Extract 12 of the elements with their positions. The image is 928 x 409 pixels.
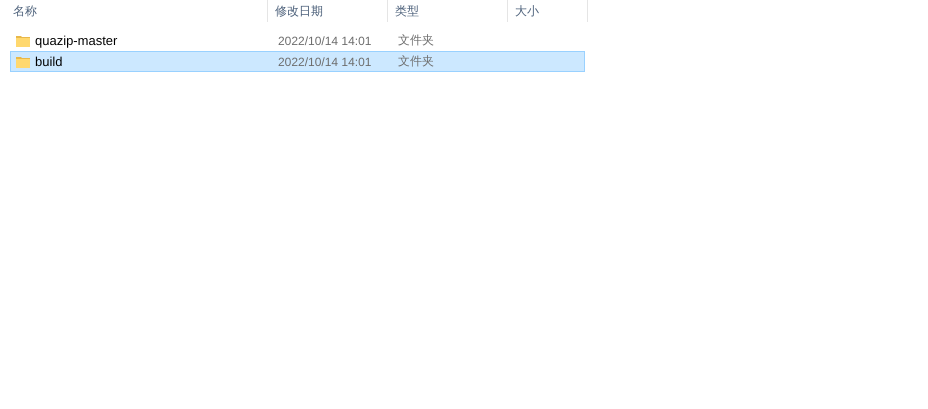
file-type: 文件夹 xyxy=(398,32,435,49)
column-header[interactable]: 类型 xyxy=(388,0,508,22)
modified-date: 2022/10/14 14:01 xyxy=(277,54,372,68)
file-row[interactable]: quazip-master 2022/10/14 14:01 文件夹 xyxy=(10,30,585,51)
file-type: 文件夹 xyxy=(398,53,435,70)
file-name: build xyxy=(35,54,62,69)
column-header[interactable]: 修改日期 xyxy=(268,0,388,22)
modified-date: 2022/10/14 14:01 xyxy=(277,34,372,48)
column-header[interactable]: 名称 xyxy=(0,0,268,22)
column-header[interactable]: 大小 xyxy=(508,0,588,22)
file-row[interactable]: build 2022/10/14 14:01 文件夹 xyxy=(10,51,585,72)
file-name: quazip-master xyxy=(35,33,118,48)
